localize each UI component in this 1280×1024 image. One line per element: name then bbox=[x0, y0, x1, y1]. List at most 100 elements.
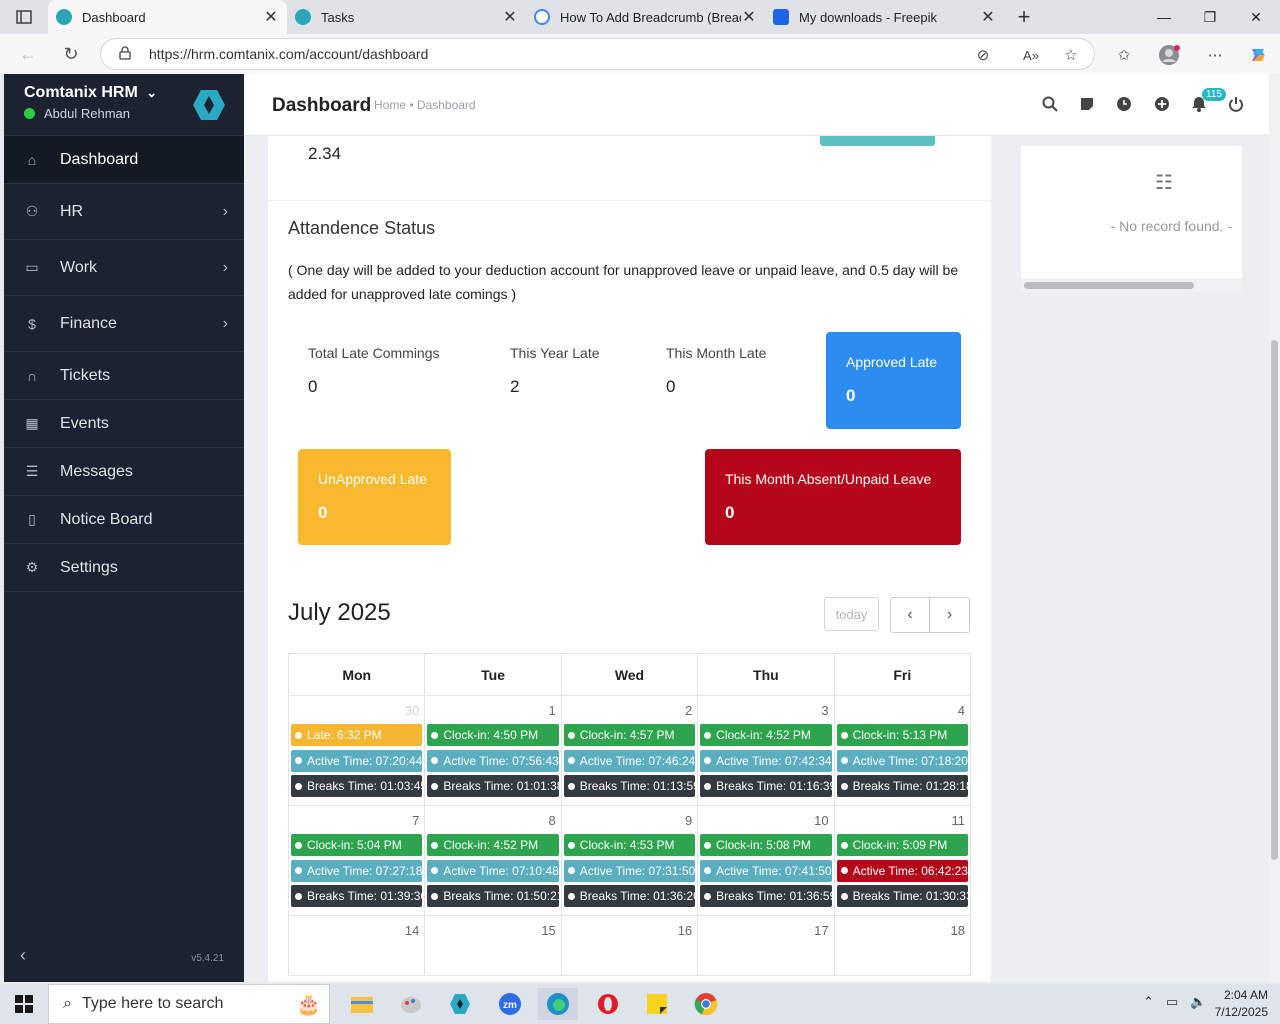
day-number[interactable]: 30 bbox=[291, 698, 422, 724]
collapse-sidebar-icon[interactable]: ‹ bbox=[20, 945, 26, 966]
day-number[interactable]: 17 bbox=[700, 918, 831, 944]
calendar-event[interactable]: Breaks Time: 01:28:18 bbox=[836, 775, 968, 797]
file-explorer-icon[interactable] bbox=[342, 988, 382, 1020]
calendar-day-cell[interactable]: 30 Late: 6:32 PM Active Time: 07:20:44 Brea… bbox=[287, 695, 426, 806]
calendar-event[interactable]: Clock-in: 5:04 PM bbox=[291, 834, 423, 856]
calendar-event[interactable]: Active Time: 07:27:18 bbox=[291, 859, 423, 882]
add-circle-icon[interactable] bbox=[1152, 94, 1172, 114]
calendar-event[interactable]: Active Time: 07:42:34 bbox=[700, 749, 832, 772]
calendar-event[interactable]: Breaks Time: 01:36:20 bbox=[563, 885, 696, 907]
restore-window-icon[interactable]: ❐ bbox=[1187, 0, 1233, 34]
day-number[interactable]: 7 bbox=[291, 808, 422, 834]
day-number[interactable]: 11 bbox=[837, 808, 968, 834]
prev-month-button[interactable]: ‹ bbox=[890, 597, 930, 633]
day-number[interactable]: 3 bbox=[700, 698, 831, 724]
calendar-day-cell[interactable]: 3 Clock-in: 4:52 PM Active Time: 07:42:34 B… bbox=[697, 695, 835, 806]
calendar-event[interactable]: Clock-in: 5:13 PM bbox=[836, 724, 968, 746]
day-number[interactable]: 1 bbox=[427, 698, 558, 724]
browser-tab-dashboard[interactable]: Dashboard ✕ bbox=[48, 0, 287, 34]
taskbar-search-input[interactable]: ⌕ Type here to search 🎂 bbox=[48, 984, 330, 1024]
sidebar-item-tickets[interactable]: ∩ Tickets bbox=[4, 352, 244, 400]
sidebar-item-settings[interactable]: ⚙ Settings bbox=[4, 544, 244, 592]
calendar-day-cell[interactable]: 8 Clock-in: 4:52 PM Active Time: 07:10:48 B… bbox=[424, 805, 562, 916]
zoom-app-icon[interactable]: zm bbox=[490, 988, 530, 1020]
horizontal-scrollbar[interactable] bbox=[1021, 278, 1242, 292]
day-number[interactable]: 10 bbox=[700, 808, 831, 834]
next-month-button[interactable]: › bbox=[930, 597, 970, 633]
chevron-down-icon[interactable]: ⌄ bbox=[146, 85, 157, 100]
day-number[interactable]: 16 bbox=[564, 918, 695, 944]
scrollbar-thumb[interactable] bbox=[1024, 282, 1194, 289]
refresh-icon[interactable]: ↻ bbox=[53, 44, 89, 65]
calendar-event[interactable]: Breaks Time: 01:50:21 bbox=[427, 885, 559, 907]
calendar-event[interactable]: Breaks Time: 01:01:38 bbox=[427, 775, 559, 797]
paint-app-icon[interactable] bbox=[391, 988, 431, 1020]
calendar-day-cell[interactable]: 14 bbox=[287, 915, 426, 976]
new-tab-button[interactable]: + bbox=[1004, 4, 1044, 30]
sidebar-item-finance[interactable]: $ Finance › bbox=[4, 296, 244, 352]
calendar-day-cell[interactable]: 17 bbox=[697, 915, 835, 976]
day-number[interactable]: 15 bbox=[427, 918, 558, 944]
day-number[interactable]: 4 bbox=[837, 698, 968, 724]
calendar-event[interactable]: Clock-in: 4:53 PM bbox=[563, 834, 696, 856]
close-tab-icon[interactable]: ✕ bbox=[741, 7, 757, 27]
calendar-event[interactable]: Late: 6:32 PM bbox=[291, 724, 423, 746]
volume-icon[interactable]: 🔈 bbox=[1190, 994, 1206, 1010]
url-field[interactable]: https://hrm.comtanix.com/account/dashboa… bbox=[100, 38, 1095, 70]
network-icon[interactable]: ▭ bbox=[1166, 994, 1178, 1010]
sidebar-item-dashboard[interactable]: ⌂ Dashboard bbox=[4, 136, 244, 184]
sticky-notes-icon[interactable] bbox=[637, 988, 677, 1020]
calendar-event[interactable]: Active Time: 07:18:20 bbox=[836, 749, 968, 772]
profile-avatar[interactable] bbox=[1157, 43, 1181, 67]
system-clock[interactable]: 2:04 AM 7/12/2025 bbox=[1215, 987, 1268, 1021]
calendar-day-cell[interactable]: 7 Clock-in: 5:04 PM Active Time: 07:27:18 B… bbox=[287, 805, 426, 916]
favorite-star-icon[interactable]: ☆ bbox=[1059, 43, 1083, 67]
calendar-event[interactable]: Breaks Time: 01:03:45 bbox=[291, 775, 423, 797]
clock-icon[interactable] bbox=[1114, 94, 1134, 114]
day-number[interactable]: 8 bbox=[427, 808, 558, 834]
tab-actions-icon[interactable] bbox=[0, 0, 48, 34]
calendar-day-cell[interactable]: 16 bbox=[560, 915, 699, 976]
day-number[interactable]: 14 bbox=[291, 918, 422, 944]
show-hidden-icons-icon[interactable]: ⌃ bbox=[1143, 994, 1154, 1010]
more-options-icon[interactable]: ⋯ bbox=[1203, 43, 1227, 67]
calendar-event[interactable]: Clock-in: 5:08 PM bbox=[700, 834, 832, 856]
calendar-event[interactable]: Active Time: 07:10:48 bbox=[427, 859, 559, 882]
close-tab-icon[interactable]: ✕ bbox=[263, 7, 279, 27]
close-tab-icon[interactable]: ✕ bbox=[502, 7, 518, 27]
calendar-event[interactable]: Active Time: 07:20:44 bbox=[291, 749, 423, 772]
calendar-day-cell[interactable]: 10 Clock-in: 5:08 PM Active Time: 07:41:50… bbox=[697, 805, 835, 916]
calendar-day-cell[interactable]: 11 Clock-in: 5:09 PM Active Time: 06:42:23… bbox=[833, 805, 972, 916]
favorites-icon[interactable]: ✩ bbox=[1112, 43, 1136, 67]
minimize-window-icon[interactable]: — bbox=[1141, 0, 1187, 34]
calendar-event[interactable]: Breaks Time: 01:16:39 bbox=[700, 775, 832, 797]
calendar-event[interactable]: Active Time: 07:56:43 bbox=[427, 749, 559, 772]
calendar-day-cell[interactable]: 9 Clock-in: 4:53 PM Active Time: 07:31:50 B… bbox=[560, 805, 699, 916]
sidebar-item-events[interactable]: ▦ Events bbox=[4, 400, 244, 448]
day-number[interactable]: 2 bbox=[564, 698, 695, 724]
hrm-app-icon[interactable] bbox=[440, 988, 480, 1020]
back-arrow-icon[interactable]: ← bbox=[10, 44, 46, 65]
tracking-prevention-icon[interactable]: ⊘ bbox=[971, 43, 995, 67]
windows-start-icon[interactable] bbox=[4, 988, 44, 1020]
scrollbar-thumb[interactable] bbox=[1271, 340, 1278, 860]
calendar-event[interactable]: Active Time: 07:41:50 bbox=[700, 859, 832, 882]
calendar-event[interactable]: Breaks Time: 01:30:33 bbox=[836, 885, 968, 907]
day-number[interactable]: 9 bbox=[564, 808, 695, 834]
sidebar-item-messages[interactable]: ☰ Messages bbox=[4, 448, 244, 496]
read-aloud-icon[interactable]: A» bbox=[1019, 43, 1043, 67]
edge-browser-icon[interactable] bbox=[538, 988, 578, 1020]
sidebar-item-work[interactable]: ▭ Work › bbox=[4, 240, 244, 296]
calendar-event[interactable]: Clock-in: 4:57 PM bbox=[563, 724, 696, 746]
page-scrollbar[interactable] bbox=[1269, 74, 1280, 982]
calendar-day-cell[interactable]: 15 bbox=[424, 915, 562, 976]
copilot-icon[interactable] bbox=[1246, 43, 1270, 67]
calendar-event[interactable]: Active Time: 06:42:23 bbox=[836, 859, 968, 882]
calendar-event[interactable]: Breaks Time: 01:39:36 bbox=[291, 885, 423, 907]
calendar-event[interactable]: Active Time: 07:31:50 bbox=[563, 859, 696, 882]
close-tab-icon[interactable]: ✕ bbox=[980, 7, 996, 27]
calendar-event[interactable]: Breaks Time: 01:13:59 bbox=[563, 775, 696, 797]
calendar-event[interactable]: Clock-in: 4:50 PM bbox=[427, 724, 559, 746]
power-icon[interactable] bbox=[1226, 94, 1246, 114]
chrome-browser-icon[interactable] bbox=[686, 988, 726, 1020]
